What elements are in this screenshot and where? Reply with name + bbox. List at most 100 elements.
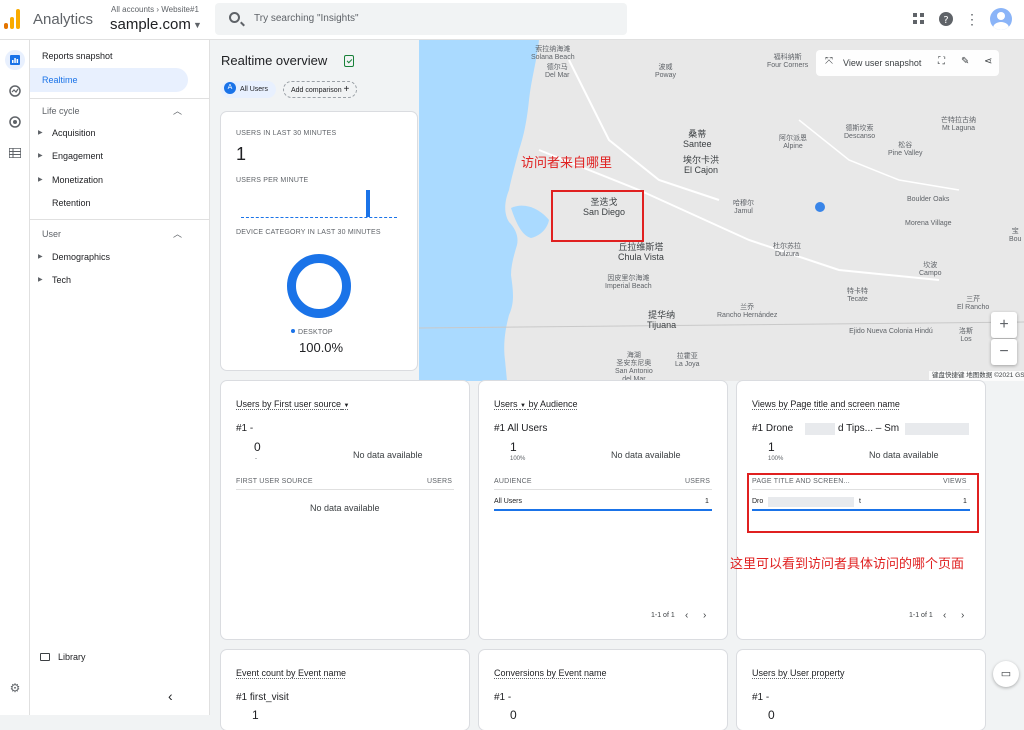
card-conversions: Conversions by Event name #1 - 0: [479, 650, 727, 730]
card-title[interactable]: Users by User property: [752, 668, 845, 678]
prev-page-icon[interactable]: ‹: [685, 610, 688, 621]
more-vert-icon[interactable]: ⋮: [963, 10, 981, 28]
users-per-minute-label: USERS PER MINUTE: [236, 177, 309, 184]
view-user-snapshot-button[interactable]: View user snapshot: [843, 58, 921, 68]
account-breadcrumb[interactable]: All accounts › Website#1: [111, 5, 199, 14]
explore-icon[interactable]: [5, 81, 25, 101]
redacted-block: [805, 423, 835, 435]
user-location-pin[interactable]: [815, 202, 825, 212]
place-elrancho: 三芹 El Rancho: [957, 296, 990, 311]
svg-text:?: ?: [943, 15, 948, 26]
top-rank: #1 All Users: [494, 423, 548, 434]
zoom-in-button[interactable]: +: [991, 312, 1017, 338]
zoom-out-button[interactable]: −: [991, 339, 1017, 365]
place-tecate: 特卡特 Tecate: [847, 288, 868, 303]
user-collapse-icon[interactable]: ︿: [173, 227, 182, 240]
search-bar[interactable]: Try searching "Insights": [215, 3, 627, 35]
card-title[interactable]: Users ▼ by Audience: [494, 399, 578, 409]
realtime-map[interactable]: 索拉纳海滩 Solana Beach 德尔马 Del Mar 波威 Poway 福科纳…: [419, 40, 1024, 381]
nav-section-lifecycle[interactable]: Life cycle: [42, 106, 80, 116]
card-title[interactable]: Conversions by Event name: [494, 668, 607, 678]
reports-icon[interactable]: [5, 50, 25, 70]
col-users: USERS: [427, 478, 453, 485]
place-santee: 桑蒂 Santee: [683, 129, 712, 149]
property-selector[interactable]: sample.com: [110, 16, 191, 33]
table-divider: [236, 489, 454, 490]
analytics-logo-icon[interactable]: [4, 9, 22, 29]
device-legend: DESKTOP: [291, 329, 333, 336]
top-rank: #1 first_visit: [236, 692, 289, 703]
table-empty-text: No data available: [310, 503, 380, 513]
expand-triangle-icon: ▶: [38, 130, 43, 136]
lifecycle-collapse-icon[interactable]: ︿: [173, 104, 182, 117]
card-event-count: Event count by Event name #1 first_visit…: [221, 650, 469, 730]
nav-label: Engagement: [52, 151, 104, 161]
table-divider: [494, 489, 712, 490]
card-title[interactable]: Event count by Event name: [236, 668, 346, 678]
configure-icon[interactable]: [5, 143, 25, 163]
nav-retention[interactable]: Retention: [30, 191, 188, 215]
nav-acquisition[interactable]: ▶ Acquisition: [30, 121, 188, 145]
library-label: Library: [58, 652, 86, 662]
nav-rail: ⚙: [0, 40, 30, 715]
top-value: 1: [768, 440, 775, 454]
user-snapshot-icon[interactable]: ⤧: [825, 56, 833, 67]
metric-dropdown-icon[interactable]: ▼: [520, 403, 526, 409]
nav-tech[interactable]: ▶ Tech: [30, 268, 188, 292]
device-donut-chart[interactable]: [287, 254, 351, 318]
verified-report-icon[interactable]: [344, 55, 354, 67]
nav-label: Monetization: [52, 175, 104, 185]
place-delmar: 德尔马 Del Mar: [545, 64, 570, 79]
nav-realtime[interactable]: Realtime: [30, 68, 188, 92]
top-rank: #1 -: [752, 692, 770, 703]
collapse-nav-icon[interactable]: ‹: [168, 688, 173, 704]
plus-icon: +: [343, 84, 350, 95]
next-page-icon[interactable]: ›: [961, 610, 964, 621]
add-comparison-button[interactable]: Add comparison +: [283, 81, 358, 98]
nav-label: Acquisition: [52, 128, 96, 138]
nav-library[interactable]: Library: [40, 652, 86, 662]
place-elcajon: 埃尔卡洪 El Cajon: [683, 155, 720, 175]
summary-card: USERS IN LAST 30 MINUTES 1 USERS PER MIN…: [221, 112, 417, 370]
app-name: Analytics: [33, 11, 94, 28]
chip-label: All Users: [240, 86, 269, 93]
place-alpine: 阿尔派恩 Alpine: [779, 135, 807, 150]
card-title[interactable]: Views by Page title and screen name: [752, 399, 900, 409]
top-sub: 100%: [510, 456, 526, 462]
users-30min-value: 1: [236, 144, 247, 164]
place-fourcorners: 福科纳斯 Four Corners: [767, 54, 809, 69]
annotation-box-map: [551, 190, 644, 242]
top-value: 1: [510, 440, 517, 454]
next-page-icon[interactable]: ›: [703, 610, 706, 621]
row-audience-name[interactable]: All Users: [494, 498, 522, 505]
nav-section-user[interactable]: User: [42, 229, 61, 239]
nav-engagement[interactable]: ▶ Engagement: [30, 144, 188, 168]
card-title[interactable]: Users by First user source ▼: [236, 399, 350, 409]
top-value: 1: [252, 708, 259, 722]
account-avatar[interactable]: [990, 8, 1012, 30]
side-navigation: Reports snapshot Realtime Life cycle ︿ ▶…: [30, 40, 210, 715]
nav-label: Tech: [52, 275, 72, 285]
map-attribution[interactable]: 键盘快捷键 地图数据 ©2021 GS(2011)6020 Google, IN…: [929, 371, 1024, 381]
users-per-minute-sparkbar[interactable]: [241, 190, 397, 218]
top-value: 0: [768, 708, 775, 722]
no-data-text: No data available: [353, 450, 423, 460]
share-icon[interactable]: ⋖: [984, 56, 992, 67]
nav-monetization[interactable]: ▶ Monetization: [30, 168, 188, 192]
prev-page-icon[interactable]: ‹: [943, 610, 946, 621]
advertising-icon[interactable]: [5, 112, 25, 132]
nav-divider: [30, 98, 210, 99]
place-campo: 坎波 Campo: [919, 262, 942, 277]
property-dropdown-icon[interactable]: ▼: [193, 20, 202, 30]
admin-gear-icon[interactable]: ⚙: [5, 678, 25, 698]
nav-demographics[interactable]: ▶ Demographics: [30, 245, 188, 269]
fullscreen-icon[interactable]: ⛶: [938, 56, 945, 67]
place-sanantonio: 海湖 圣安东尼奥 San Antonio del Mar: [615, 352, 653, 381]
comparison-chip-all-users[interactable]: A All Users: [221, 81, 277, 98]
help-icon[interactable]: ?: [937, 10, 955, 28]
edit-report-icon[interactable]: ✎: [961, 56, 969, 67]
apps-grid-icon[interactable]: [910, 10, 928, 28]
nav-reports-snapshot[interactable]: Reports snapshot: [30, 44, 188, 68]
feedback-icon[interactable]: ▭: [993, 661, 1019, 687]
main-content: Realtime overview A All Users Add compari…: [211, 40, 1024, 730]
